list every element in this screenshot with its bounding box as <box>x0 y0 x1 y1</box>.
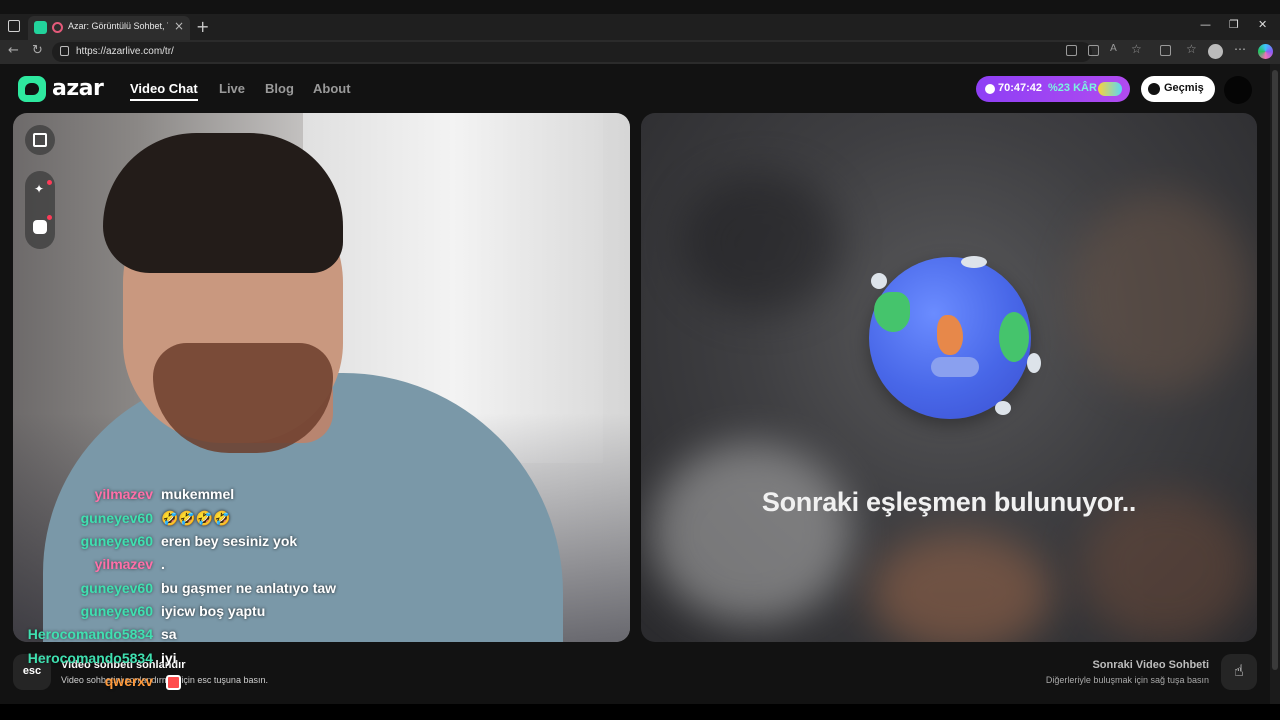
nav-live[interactable]: Live <box>219 81 245 96</box>
clock-icon <box>985 84 995 94</box>
mouse-cursor-icon: ☝ <box>1234 661 1244 680</box>
chat-line: guneyev60 eren bey sesiniz yok <box>0 533 420 553</box>
effects-notification-dot <box>47 180 52 185</box>
mask-icon[interactable] <box>33 220 47 234</box>
effects-toolbar: ✦ <box>25 171 55 249</box>
history-button[interactable]: Geçmiş <box>1141 76 1215 102</box>
copilot-icon[interactable] <box>1258 44 1273 59</box>
history-clock-icon <box>1148 83 1160 95</box>
chat-line: yilmazev . <box>0 556 420 576</box>
chat-line: guneyev60 🤣🤣🤣🤣 <box>0 510 420 530</box>
apps-icon[interactable] <box>1088 45 1099 56</box>
nav-blog[interactable]: Blog <box>265 81 294 96</box>
url-text: https://azarlive.com/tr/ <box>76 46 174 57</box>
chat-line: guneyev60 iyicw boş yaptu <box>0 603 420 623</box>
chat-username: guneyev60 <box>80 533 153 549</box>
chat-message: bu gaşmer ne anlatıyo taw <box>161 580 337 596</box>
browser-window: Azar: Görüntülü Sohbet, Yen × + — ❐ ✕ ← … <box>0 0 1280 720</box>
nav-about[interactable]: About <box>313 81 351 96</box>
chat-line: Herocomando5834 iyi <box>0 650 420 670</box>
refresh-icon[interactable]: ↻ <box>32 43 43 58</box>
favorite-star-icon[interactable]: ☆ <box>1131 42 1142 56</box>
promo-timer: 70:47:42 <box>998 82 1043 94</box>
chat-username: yilmazev <box>94 486 153 502</box>
back-icon[interactable]: ← <box>8 43 19 58</box>
page: azar Video Chat Live Blog About 70:47:42… <box>0 64 1270 704</box>
read-aloud-icon[interactable]: A <box>1110 43 1121 54</box>
promo-timer-pill[interactable]: 70:47:42 %23 KÂR <box>976 76 1130 102</box>
chat-line: guneyev60 bu gaşmer ne anlatıyo taw <box>0 580 420 600</box>
site-info-icon[interactable] <box>60 46 69 56</box>
chat-username: Herocomando5834 <box>27 626 153 642</box>
chat-message: 🤣🤣🤣🤣 <box>161 510 231 526</box>
blur-shape <box>1071 193 1251 393</box>
cloud-icon <box>995 401 1011 415</box>
chat-username: yilmazev <box>94 556 153 572</box>
close-window-button[interactable]: ✕ <box>1258 18 1267 31</box>
chat-username: guneyev60 <box>80 580 153 596</box>
globe-continent <box>937 315 963 355</box>
restore-button[interactable]: ❐ <box>1229 18 1239 31</box>
tab-actions-icon[interactable] <box>8 20 20 32</box>
next-chat-description: Diğerleriyle buluşmak için sağ tuşa bası… <box>1045 675 1209 685</box>
chat-username: guneyev60 <box>80 603 153 619</box>
globe-continent <box>874 292 910 332</box>
azar-logo-icon[interactable] <box>18 76 46 102</box>
chat-message: . <box>161 556 165 572</box>
sparkle-effects-icon[interactable]: ✦ <box>34 182 44 196</box>
taskbar-strip <box>0 704 1280 720</box>
matching-status-text: Sonraki eşleşmen bulunuyor.. <box>761 487 1137 517</box>
cloud-icon <box>871 273 887 289</box>
blur-shape <box>651 443 851 623</box>
chat-line: yilmazev mukemmel <box>0 486 420 506</box>
minimize-button[interactable]: — <box>1200 18 1211 31</box>
globe-icon <box>869 257 1031 419</box>
profile-avatar[interactable] <box>1208 44 1223 59</box>
scrollbar-thumb[interactable] <box>1272 70 1278 670</box>
tab-close-icon[interactable]: × <box>174 19 184 33</box>
recording-icon <box>52 22 63 33</box>
chat-message: iyi <box>161 650 177 666</box>
azar-logo-text[interactable]: azar <box>52 76 104 101</box>
gems-icon <box>1098 82 1122 96</box>
chat-message: eren bey sesiniz yok <box>161 533 298 549</box>
browser-tab[interactable]: Azar: Görüntülü Sohbet, Yen × <box>28 16 190 40</box>
history-label: Geçmiş <box>1164 82 1204 94</box>
next-chat-title: Sonraki Video Sohbeti <box>1092 659 1209 671</box>
page-scrollbar[interactable] <box>1270 64 1280 704</box>
mask-notification-dot <box>47 215 52 220</box>
favorites-icon[interactable]: ☆ <box>1186 42 1197 56</box>
more-menu-icon[interactable]: ⋯ <box>1234 42 1246 56</box>
globe-continent <box>999 312 1029 362</box>
fullscreen-icon[interactable] <box>25 125 55 155</box>
promo-profit: %23 KÂR <box>1048 82 1097 94</box>
chat-message: mukemmel <box>161 486 235 502</box>
tab-title: Azar: Görüntülü Sohbet, Yen <box>68 21 168 31</box>
partner-video: Sonraki eşleşmen bulunuyor.. <box>641 113 1257 642</box>
address-bar: ← ↻ https://azarlive.com/tr/ A ☆ ☆ ⋯ <box>0 40 1280 64</box>
nav-active-underline <box>130 99 198 101</box>
emoji-sticker-icon <box>166 675 181 690</box>
chat-username: Herocomando5834 <box>27 650 153 666</box>
cloud-icon <box>961 256 987 268</box>
extensions-icon[interactable] <box>1160 45 1171 56</box>
title-bar: Azar: Görüntülü Sohbet, Yen × + — ❐ ✕ <box>0 14 1280 40</box>
cloud-icon <box>1027 353 1041 373</box>
blur-shape <box>681 173 841 313</box>
chat-username: guneyev60 <box>80 510 153 526</box>
azar-favicon-icon <box>34 21 47 34</box>
new-tab-button[interactable]: + <box>196 17 209 36</box>
person-hair <box>103 133 343 273</box>
url-field[interactable]: https://azarlive.com/tr/ <box>52 42 1092 62</box>
nav-video-chat[interactable]: Video Chat <box>130 81 198 96</box>
blur-shape <box>871 533 1051 642</box>
chat-username: qwerxv <box>104 673 153 689</box>
chat-message: iyicw boş yaptu <box>161 603 266 619</box>
chat-line: qwerxv <box>0 673 420 693</box>
chat-message: sa <box>161 626 177 642</box>
globe-continent <box>931 357 979 377</box>
video-icon[interactable] <box>1066 45 1077 56</box>
user-profile-avatar[interactable] <box>1224 76 1252 104</box>
chat-line: Herocomando5834 sa <box>0 626 420 646</box>
